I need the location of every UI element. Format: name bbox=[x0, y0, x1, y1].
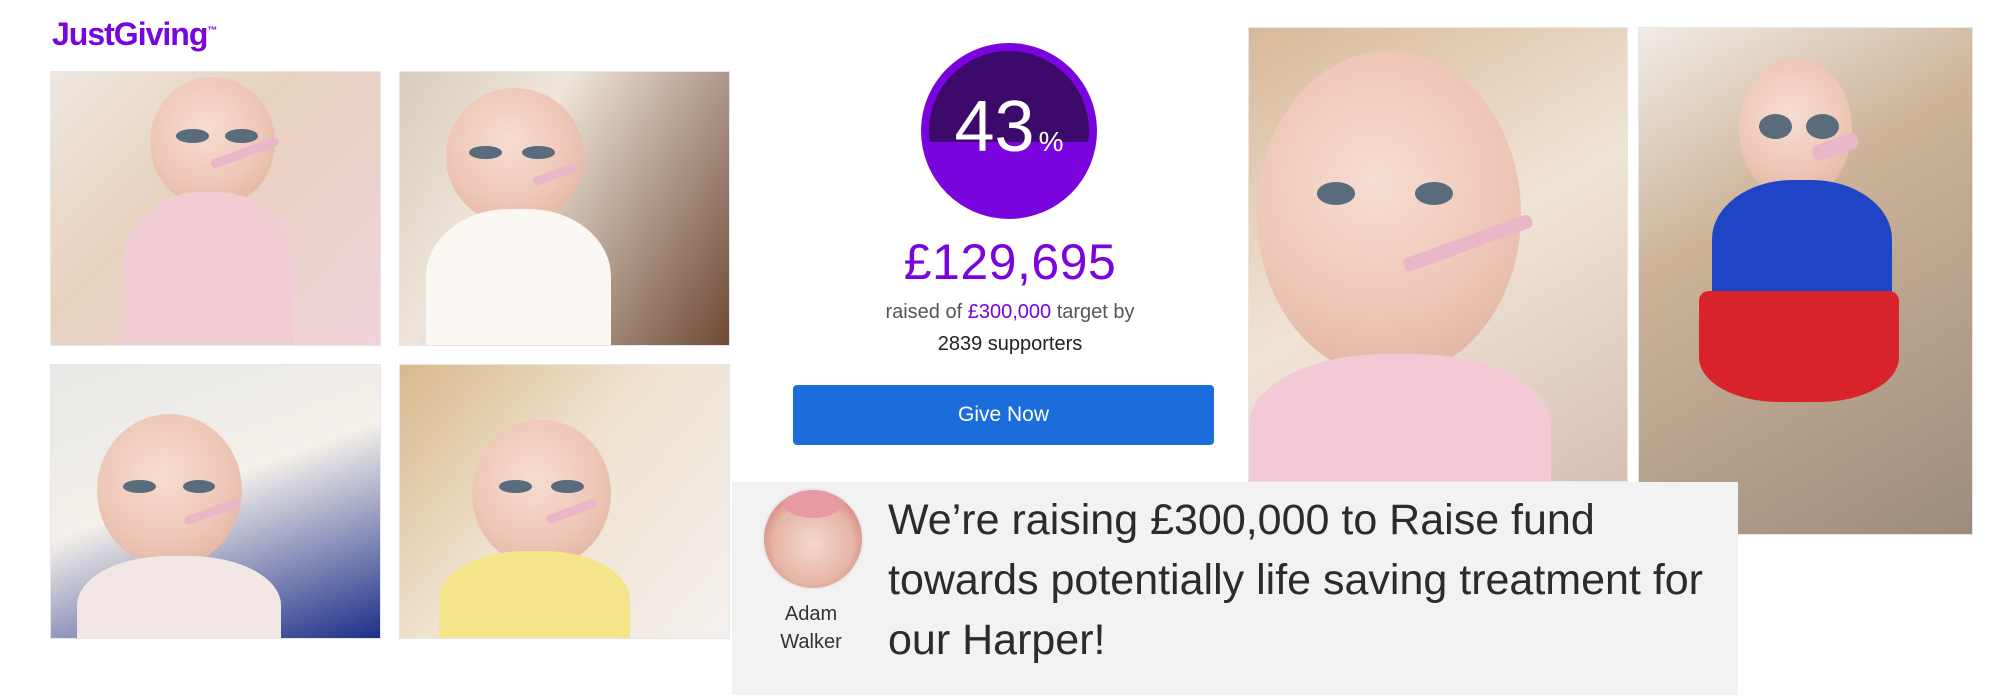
logo-trademark: ™ bbox=[207, 25, 218, 37]
target-amount: £300,000 bbox=[967, 301, 1052, 323]
progress-percent-value: 43 bbox=[954, 87, 1035, 167]
fundraiser-page: JustGiving™ 43% £129,695 raised of £300,… bbox=[0, 0, 2000, 700]
justgiving-logo[interactable]: JustGiving™ bbox=[52, 16, 217, 53]
raised-target-line: raised of £300,000 target by bbox=[800, 301, 1220, 324]
creator-first-name: Adam bbox=[784, 603, 838, 625]
give-now-button[interactable]: Give Now bbox=[793, 385, 1214, 445]
photo-baby-in-cot[interactable] bbox=[50, 71, 381, 346]
progress-percent: 43% bbox=[929, 91, 1089, 178]
progress-circle: 43% bbox=[921, 43, 1097, 219]
creator-name[interactable]: Adam Walker bbox=[752, 600, 870, 656]
photo-baby-closeup[interactable] bbox=[1248, 27, 1628, 482]
story-panel: Adam Walker We’re raising £300,000 to Ra… bbox=[732, 482, 1738, 695]
creator-last-name: Walker bbox=[780, 631, 842, 653]
photo-baby-supergirl-costume[interactable] bbox=[1638, 27, 1973, 535]
photo-baby-on-sofa[interactable] bbox=[399, 71, 730, 346]
progress-percent-sign: % bbox=[1038, 126, 1064, 157]
photo-baby-in-hospital[interactable] bbox=[50, 364, 381, 639]
story-title: We’re raising £300,000 to Raise fund tow… bbox=[888, 496, 1704, 664]
logo-text: JustGiving bbox=[52, 16, 208, 52]
supporters-count: 2839 supporters bbox=[937, 333, 1083, 355]
raised-suffix: target by bbox=[1056, 301, 1135, 323]
photo-baby-in-bed[interactable] bbox=[399, 364, 730, 639]
raised-prefix: raised of bbox=[885, 301, 963, 323]
raised-amount: £129,695 bbox=[903, 234, 1117, 290]
avatar[interactable] bbox=[762, 488, 864, 590]
